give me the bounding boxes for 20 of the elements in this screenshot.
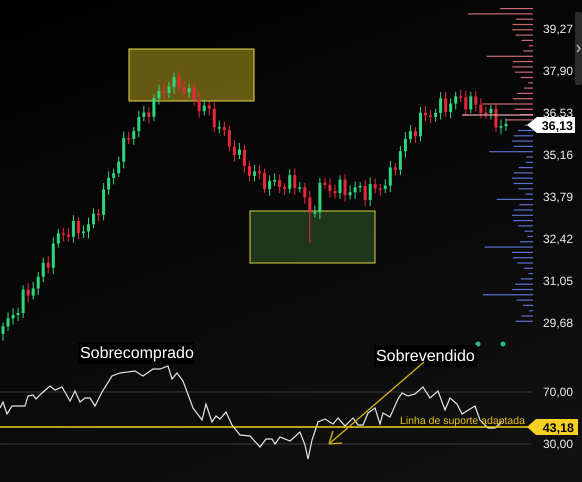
price-axis-label: 35,16	[542, 148, 573, 162]
price-axis-label: 36,53	[542, 106, 573, 120]
price-axis-label: 32,42	[542, 232, 573, 246]
support-line-label: Linha de suporte adaptada	[400, 415, 525, 427]
rsi-axis-label: 30,00	[542, 437, 573, 451]
oversold-label: Sobrevendido	[374, 345, 477, 367]
chevron-right-icon[interactable]	[576, 44, 581, 52]
signal-dot	[476, 342, 480, 346]
price-axis-label: 29,68	[542, 316, 573, 330]
rsi-axis-label: 70,00	[542, 385, 573, 399]
side-panel-handle[interactable]	[575, 12, 582, 85]
rsi-value-tag: 43,18	[527, 419, 578, 435]
price-axis-label: 37,90	[542, 64, 573, 78]
signal-dot	[500, 342, 506, 346]
price-level-line	[462, 114, 533, 116]
overbought-label: Sobrecomprado	[78, 342, 194, 364]
current-price-tag: 36,13	[527, 117, 575, 133]
price-axis-label: 31,05	[542, 274, 573, 288]
price-axis-label: 39,27	[542, 22, 573, 36]
price-axis-label: 33,79	[542, 190, 573, 204]
